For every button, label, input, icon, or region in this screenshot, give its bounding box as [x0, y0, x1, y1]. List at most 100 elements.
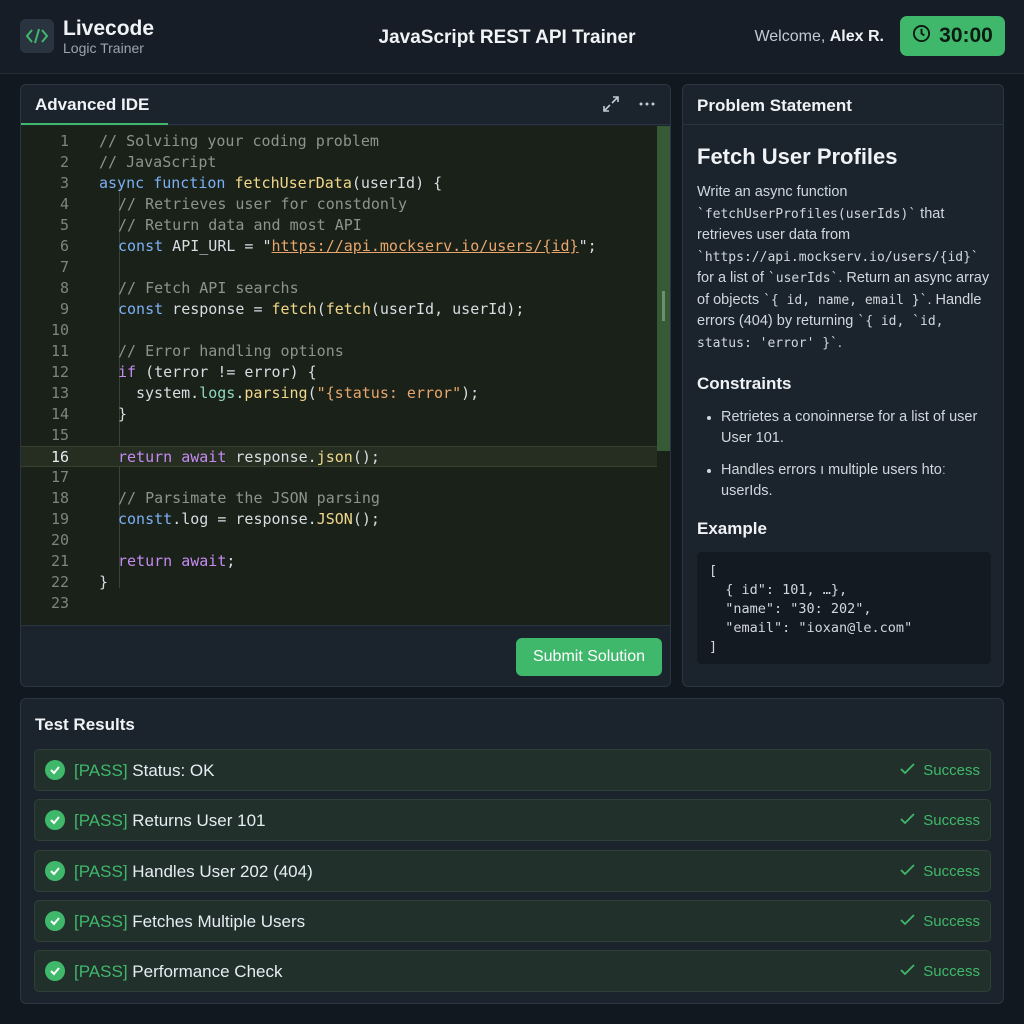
code-line: 19 constt.log = response.JSON();	[21, 509, 657, 530]
code-token: response =	[163, 300, 272, 318]
problem-description: Write an async function `fetchUserProfil…	[697, 182, 997, 354]
code-text: // Parsimate the JSON parsing	[118, 489, 380, 507]
code-text: async function fetchUserData(userId) {	[99, 173, 442, 194]
desc-code: `userIds`	[767, 271, 839, 286]
line-number: 15	[50, 426, 69, 444]
ide-tabbar: Advanced IDE	[21, 85, 670, 125]
line-number: 18	[50, 489, 69, 507]
code-line: 5 // Return data and most API	[21, 215, 657, 236]
line-number: 4	[59, 195, 69, 213]
test-status: Success	[900, 863, 980, 880]
code-token: JSON	[316, 510, 353, 528]
welcome-prefix: Welcome,	[754, 28, 830, 45]
code-token: logs	[199, 384, 236, 402]
code-token: constt	[118, 510, 173, 528]
example-title: Example	[697, 519, 767, 538]
problem-panel: Problem Statement Fetch User Profiles Wr…	[682, 84, 1004, 687]
welcome-text: Welcome, Alex R.	[754, 28, 884, 46]
line-number: 6	[59, 237, 69, 255]
code-text: // Solviing your coding problem	[99, 132, 379, 150]
status-text: Success	[923, 812, 980, 829]
problem-header: Problem Statement	[683, 85, 1003, 125]
check-circle-icon	[45, 911, 65, 931]
test-row[interactable]: [PASS] Performance Check Success	[34, 950, 991, 992]
line-number: 8	[59, 279, 69, 297]
code-line: 11 // Error handling options	[21, 341, 657, 362]
test-name: Handles User 202 (404)	[127, 862, 313, 881]
code-token: system.	[136, 384, 200, 402]
code-token: ();	[352, 448, 380, 466]
timer-value: 30:00	[939, 24, 993, 47]
line-number: 9	[59, 300, 69, 318]
tab-advanced-ide[interactable]: Advanced IDE	[21, 85, 168, 125]
line-number: 21	[50, 552, 69, 570]
code-token: if	[118, 363, 137, 381]
pass-tag: [PASS]	[74, 862, 128, 881]
status-text: Success	[923, 863, 980, 880]
code-token: const	[118, 237, 164, 255]
check-circle-icon	[45, 810, 65, 830]
constraints-list: Retrietes a conoinnerse for a list of us…	[697, 407, 997, 513]
code-line: 9 const response = fetch(fetch(userId, us…	[21, 299, 657, 320]
test-row[interactable]: [PASS] Handles User 202 (404) Success	[34, 850, 991, 892]
ide-toolbar	[602, 95, 656, 118]
code-line: 21 return await;	[21, 551, 657, 572]
code-token: ();	[352, 510, 380, 528]
code-text: constt.log = response.JSON();	[118, 509, 380, 530]
code-token: fetch	[271, 300, 317, 318]
test-status: Success	[900, 812, 980, 829]
expand-icon[interactable]	[602, 95, 620, 118]
line-number: 23	[50, 594, 69, 612]
code-text: // Error handling options	[118, 342, 344, 360]
submit-solution-button[interactable]: Submit Solution	[516, 638, 662, 676]
more-icon[interactable]	[638, 95, 656, 118]
desc-code: `https://api.mockserv.io/users/{id}`	[697, 249, 979, 265]
pass-tag: [PASS]	[74, 962, 128, 981]
code-line: 4 // Retrieves user for constdonly	[21, 194, 657, 215]
code-token: https://api.mockserv.io/users/{id}	[271, 237, 579, 255]
code-token: (	[307, 384, 317, 402]
code-token: (terror != error) {	[136, 363, 317, 381]
line-number: 1	[59, 132, 69, 150]
code-token: API_URL = "	[163, 237, 272, 255]
test-status: Success	[900, 963, 980, 980]
test-label: [PASS] Status: OK	[74, 761, 214, 781]
code-editor[interactable]: 1 // Solviing your coding problem 2 // Jav…	[21, 126, 670, 626]
code-token: parsing	[244, 384, 308, 402]
code-line: 7	[21, 257, 657, 278]
code-line: 12 if (terror != error) {	[21, 362, 657, 383]
code-text: // Retrieves user for constdonly	[118, 195, 407, 213]
code-token: async	[99, 174, 145, 192]
desc-text: Write an async function	[697, 184, 848, 200]
test-label: [PASS] Performance Check	[74, 962, 283, 982]
test-status: Success	[900, 762, 980, 779]
editor-scrollbar[interactable]	[657, 126, 670, 451]
code-text: if (terror != error) {	[118, 362, 317, 383]
line-number: 20	[50, 531, 69, 549]
check-circle-icon	[45, 760, 65, 780]
line-number: 14	[50, 405, 69, 423]
code-line-active: 16 return await response.json();	[21, 446, 657, 467]
line-number: 2	[59, 153, 69, 171]
status-text: Success	[923, 963, 980, 980]
ide-panel: Advanced IDE 1 // Solviing your coding pr…	[20, 84, 671, 687]
pass-tag: [PASS]	[74, 912, 128, 931]
check-circle-icon	[45, 861, 65, 881]
test-label: [PASS] Returns User 101	[74, 811, 266, 831]
test-row[interactable]: [PASS] Fetches Multiple Users Success	[34, 900, 991, 942]
code-line: 17	[21, 467, 657, 488]
code-text: // Fetch API searchs	[118, 279, 299, 297]
desc-code: `fetchUserProfiles(userIds)`	[697, 206, 917, 222]
code-text: // Return data and most API	[118, 216, 362, 234]
status-text: Success	[923, 913, 980, 930]
code-token: (userId, userId);	[370, 300, 525, 318]
check-circle-icon	[45, 961, 65, 981]
test-row[interactable]: [PASS] Status: OK Success	[34, 749, 991, 791]
code-token: response.	[226, 448, 317, 466]
code-line: 15	[21, 425, 657, 446]
test-row[interactable]: [PASS] Returns User 101 Success	[34, 799, 991, 841]
test-name: Fetches Multiple Users	[127, 912, 306, 931]
pass-tag: [PASS]	[74, 761, 128, 780]
editor-scroll-thumb[interactable]	[662, 291, 665, 321]
line-number: 12	[50, 363, 69, 381]
